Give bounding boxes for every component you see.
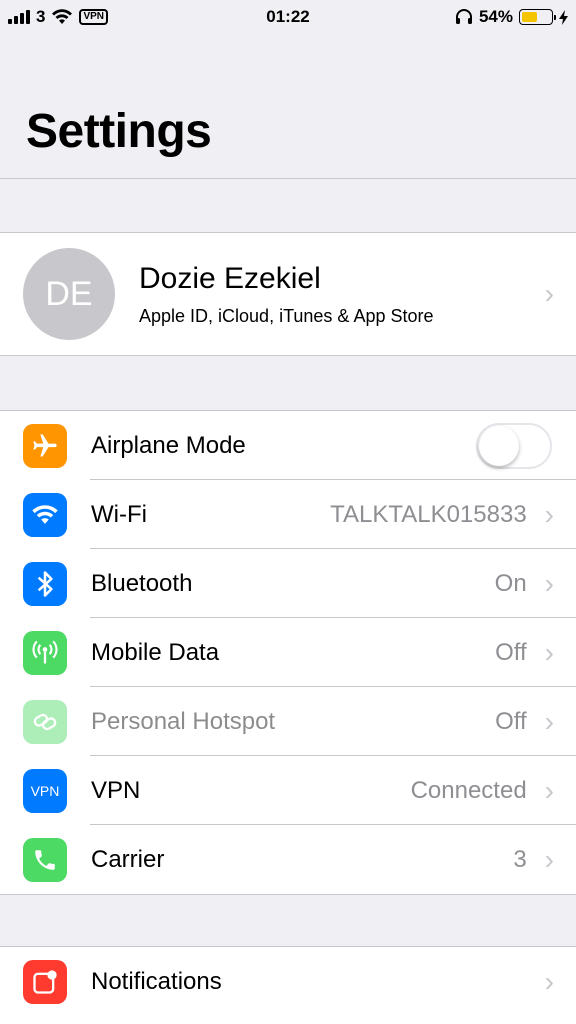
vpn-icon: VPN — [23, 768, 67, 813]
settings-row-bluetooth[interactable]: Bluetooth On › — [0, 549, 576, 618]
wifi-status-icon — [52, 9, 73, 24]
signal-strength-icon — [8, 10, 30, 24]
settings-row-carrier[interactable]: Carrier 3 › — [0, 825, 576, 894]
hotspot-icon — [23, 699, 67, 744]
chevron-right-icon: › — [544, 774, 554, 806]
settings-row-label: Personal Hotspot — [91, 707, 276, 735]
page-title: Settings — [26, 105, 212, 158]
connectivity-group: Airplane Mode Wi-Fi TALKTALK015833 › Blu… — [0, 410, 576, 895]
battery-level-fill — [522, 12, 537, 22]
battery-percentage: 54% — [478, 7, 513, 26]
title-divider — [0, 178, 576, 179]
settings-row-notifications[interactable]: Notifications › — [0, 947, 576, 1016]
profile-subtitle: Apple ID, iCloud, iTunes & App Store — [139, 305, 434, 326]
status-bar: 3 VPN 01:22 54% — [0, 0, 576, 34]
vpn-status-badge: VPN — [79, 9, 109, 25]
settings-row-label: Bluetooth — [91, 569, 193, 597]
personal-hotspot-value: Off — [495, 707, 527, 735]
chevron-right-icon: › — [544, 705, 554, 737]
phone-icon — [23, 837, 67, 882]
bluetooth-icon — [23, 561, 67, 606]
notifications-group: Notifications › — [0, 946, 576, 1024]
notifications-icon — [23, 959, 67, 1004]
carrier-value: 3 — [513, 845, 527, 873]
settings-row-vpn[interactable]: VPN VPN Connected › — [0, 756, 576, 825]
airplane-mode-toggle[interactable] — [476, 422, 552, 469]
wifi-network-value: TALKTALK015833 — [330, 500, 527, 528]
settings-row-label: VPN — [91, 776, 141, 804]
chevron-right-icon: › — [544, 636, 554, 668]
settings-row-label: Airplane Mode — [91, 431, 246, 459]
chevron-right-icon: › — [544, 843, 554, 875]
carrier-name: 3 — [36, 7, 46, 26]
wifi-icon — [23, 492, 67, 537]
headphones-icon — [455, 9, 472, 24]
battery-icon — [519, 9, 556, 25]
airplane-icon — [23, 423, 67, 468]
avatar: DE — [23, 248, 115, 340]
settings-row-label: Notifications — [91, 967, 222, 995]
chevron-right-icon: › — [544, 278, 554, 309]
settings-row-airplane-mode[interactable]: Airplane Mode — [0, 411, 576, 480]
settings-row-label: Carrier — [91, 845, 165, 873]
settings-row-label: Mobile Data — [91, 638, 220, 666]
antenna-icon — [23, 630, 67, 675]
charging-bolt-icon — [559, 9, 568, 25]
settings-row-label: Wi-Fi — [91, 500, 147, 528]
settings-row-personal-hotspot[interactable]: Personal Hotspot Off › — [0, 687, 576, 756]
chevron-right-icon: › — [544, 498, 554, 530]
apple-id-profile-row[interactable]: DE Dozie Ezekiel Apple ID, iCloud, iTune… — [0, 232, 576, 356]
chevron-right-icon: › — [544, 567, 554, 599]
chevron-right-icon: › — [544, 965, 554, 997]
settings-row-mobile-data[interactable]: Mobile Data Off › — [0, 618, 576, 687]
profile-name: Dozie Ezekiel — [139, 261, 321, 295]
bluetooth-value: On — [494, 569, 527, 597]
settings-row-wifi[interactable]: Wi-Fi TALKTALK015833 › — [0, 480, 576, 549]
vpn-value: Connected — [410, 776, 527, 804]
mobile-data-value: Off — [495, 638, 527, 666]
